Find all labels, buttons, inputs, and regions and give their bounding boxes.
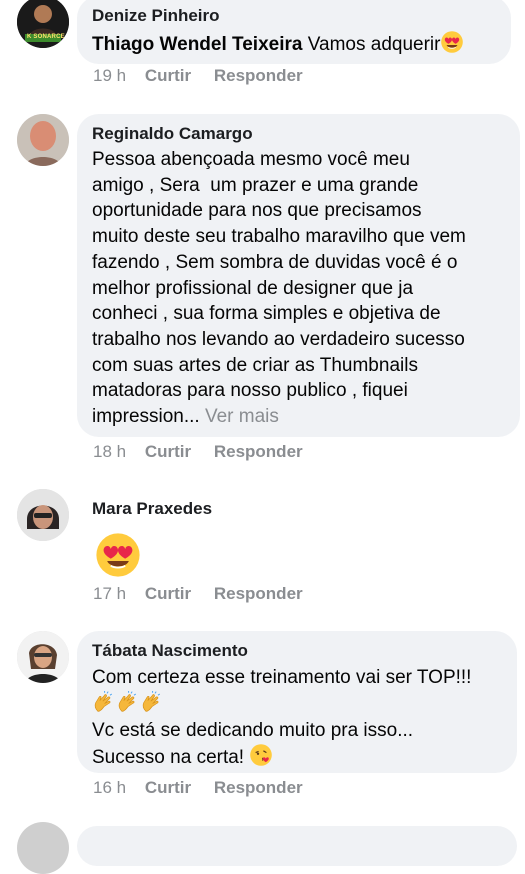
comment-time[interactable]: 18 h <box>93 442 126 461</box>
heart-eyes-icon <box>440 30 464 54</box>
comment-line: fazendo , Sem sombra de duvidas você é o <box>92 251 458 273</box>
comment-text: Com certeza esse treinamento vai ser TOP… <box>92 665 502 771</box>
comment-bubble: Denize Pinheiro Thiago Wendel Teixeira V… <box>77 0 511 64</box>
clapping-hands-icon <box>140 691 164 715</box>
comment-actions: 19 h Curtir Responder <box>93 65 321 87</box>
comment-bubble <box>77 826 517 866</box>
comment-author[interactable]: Reginaldo Camargo <box>92 123 505 145</box>
comment-line: Pessoa abençoada mesmo você meu <box>92 149 410 170</box>
reply-button[interactable]: Responder <box>214 584 303 603</box>
clapping-hands-icon <box>116 691 140 715</box>
comment-line: Com certeza esse treinamento vai ser TOP… <box>92 667 472 688</box>
comment-line: muito deste seu trabalho maravilho que v… <box>92 226 466 248</box>
avatar-photo <box>17 489 69 541</box>
comment-bubble: Reginaldo Camargo Pessoa abençoada mesmo… <box>77 114 520 437</box>
like-button[interactable]: Curtir <box>145 66 191 85</box>
comment-actions: 16 h Curtir Responder <box>93 777 321 799</box>
avatar[interactable] <box>17 822 69 874</box>
comment-line: com suas artes de criar as Thumbnails <box>92 354 418 376</box>
like-button[interactable]: Curtir <box>145 778 191 797</box>
like-button[interactable]: Curtir <box>145 442 191 461</box>
comment-text: Thiago Wendel Teixeira Vamos adquerir <box>92 30 496 58</box>
avatar-photo <box>17 631 69 683</box>
avatar[interactable] <box>17 114 69 166</box>
reply-button[interactable]: Responder <box>214 442 303 461</box>
clapping-hands-row <box>92 691 502 718</box>
avatar-photo <box>17 114 69 166</box>
comment-actions: 17 h Curtir Responder <box>93 583 321 605</box>
avatar[interactable] <box>17 631 69 683</box>
like-button[interactable]: Curtir <box>145 584 191 603</box>
comment-line: matadoras para nosso publico , fiquei <box>92 380 408 402</box>
clapping-hands-icon <box>92 691 116 715</box>
reply-button[interactable]: Responder <box>214 778 303 797</box>
comment-line: impression... Ver mais <box>92 404 505 430</box>
avatar[interactable] <box>17 489 69 541</box>
comment-time[interactable]: 19 h <box>93 66 126 85</box>
comment-line-text: Sucesso na certa! <box>92 747 250 769</box>
comment-line: Vc está se dedicando muito pra isso... <box>92 719 414 741</box>
comment-line: conheci , sua forma simples e objetiva d… <box>92 303 441 325</box>
kiss-face-icon <box>249 743 273 767</box>
comment-time[interactable]: 17 h <box>93 584 126 603</box>
comment-time[interactable]: 16 h <box>93 778 126 797</box>
comment-line: melhor profissional de designer que ja <box>92 277 414 299</box>
comment-bubble: Tábata Nascimento Com certeza esse trein… <box>77 631 517 773</box>
comment-text: Pessoa abençoada mesmo você meu amigo , … <box>92 147 505 430</box>
comment-line-text: impression... <box>92 406 200 428</box>
comment-line: trabalho nos levando ao verdadeiro suces… <box>92 328 465 350</box>
comment-line: oportunidade para nos que precisamos <box>92 200 422 222</box>
avatar-photo <box>17 0 69 48</box>
comment-line: Sucesso na certa! <box>92 743 502 771</box>
comment-author[interactable]: Tábata Nascimento <box>92 640 502 662</box>
see-more-link[interactable]: Ver mais <box>205 406 279 427</box>
comment-line: amigo , Sera um prazer e uma grande <box>92 174 419 196</box>
reply-button[interactable]: Responder <box>214 66 303 85</box>
avatar[interactable]: K SONARCE <box>17 0 69 48</box>
comment-actions: 18 h Curtir Responder <box>93 441 321 463</box>
comment-author[interactable]: Denize Pinheiro <box>92 5 496 27</box>
heart-eyes-icon <box>94 531 142 579</box>
mention-link[interactable]: Thiago Wendel Teixeira <box>92 34 302 55</box>
avatar-badge: K SONARCE <box>27 34 65 40</box>
comment-author[interactable]: Mara Praxedes <box>92 498 212 520</box>
comment-body: Vamos adquerir <box>302 34 441 55</box>
